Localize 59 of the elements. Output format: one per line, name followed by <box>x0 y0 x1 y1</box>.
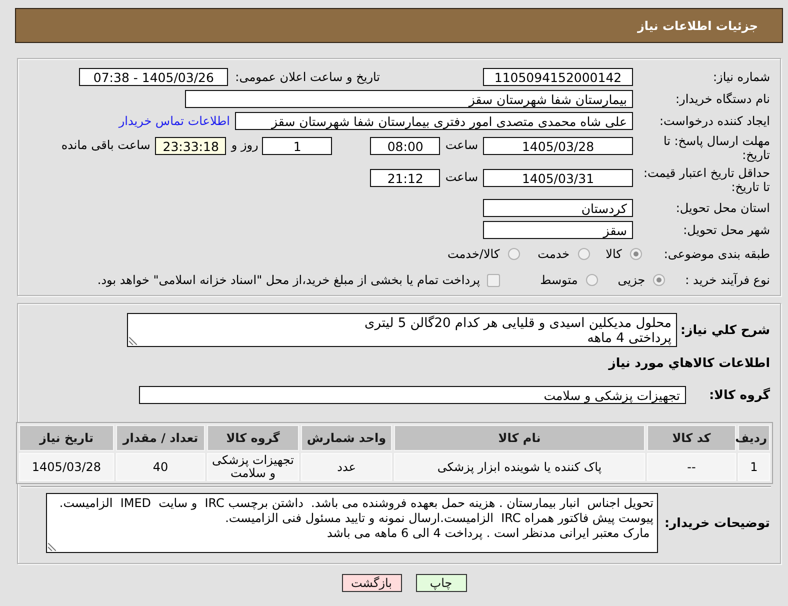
column-header: گروه کالا <box>207 425 299 451</box>
buyer-contact-link[interactable]: اطلاعات تماس خریدار <box>118 114 230 128</box>
field-label: توضیحات خریدار: <box>664 516 770 530</box>
announcement-date-field: 1405/03/26 - 07:38 <box>79 68 228 86</box>
days-left-field: 1 <box>262 137 332 155</box>
checkbox-label: پرداخت تمام یا بخشی از مبلغ خرید،از محل "اسناد خزانه اسلامی" خواهد بود. <box>97 273 480 287</box>
print-button[interactable]: چاپ <box>416 574 466 592</box>
resize-grip-icon[interactable] <box>128 337 137 345</box>
field-label: نام دستگاه خریدار: <box>674 92 770 106</box>
time-left-label: ساعت باقی مانده <box>61 138 150 152</box>
field-label: شرح کلي نياز: <box>680 323 770 337</box>
field-label: گروه کالا: <box>708 388 770 402</box>
field-label: شماره نیاز: <box>712 70 770 84</box>
radio-label: کالا/خدمت <box>447 247 500 261</box>
need-number-field: 1105094152000142 <box>483 68 633 86</box>
deadline-date-field: 1405/03/28 <box>483 137 633 155</box>
column-header: تعداد / مقدار <box>116 425 205 451</box>
field-label: مهلت ارسال پاسخ: تا تاریخ: <box>662 134 770 162</box>
table-cell: 1405/03/28 <box>19 453 114 481</box>
field-label: ایجاد کننده درخواست: <box>658 114 770 128</box>
price-validity-time-field: 21:12 <box>370 169 440 187</box>
requester-field: علی شاه محمدی متصدی امور دفتری بیمارستان شفا شهرستان سقز <box>235 112 633 130</box>
radio-label: کالا <box>606 247 622 261</box>
field-label: استان محل تحویل: <box>674 201 770 215</box>
table-cell: تجهیزات پزشکی و سلامت <box>207 453 299 481</box>
column-header: ردیف <box>738 425 770 451</box>
deadline-time-field: 08:00 <box>370 137 440 155</box>
field-label: تاریخ و ساعت اعلان عمومی: <box>235 70 380 84</box>
column-header: تاریخ نیاز <box>19 425 114 451</box>
time-label: ساعت <box>445 170 478 184</box>
page-title: جزئیات اطلاعات نیاز <box>637 18 758 32</box>
delivery-province-field: کردستان <box>483 199 633 217</box>
resize-grip-icon[interactable] <box>48 543 56 551</box>
delivery-city-field: سقز <box>483 221 633 239</box>
back-button[interactable]: بازگشت <box>342 574 402 592</box>
column-header: واحد شمارش <box>301 425 392 451</box>
table-cell: پاک کننده یا شوینده ابزار پزشکی <box>394 453 645 481</box>
table-cell: 40 <box>116 453 205 481</box>
column-header: کد کالا <box>647 425 736 451</box>
buyer-notes-field[interactable]: تحویل اجناس انبار بیمارستان . هزینه حمل بعهده فروشنده می باشد. داشتن برچسب IRC و سایت IMED الزامیست. پیوست پیش فاکتور همراه IRC الزامیست.ارسال نمونه و تایید مسئول فنی الزامیست. مارک معتبر ایرانی مدنظر است . پرداخت 4 الی 6 ماهه می باشد <box>46 493 658 553</box>
time-label: ساعت <box>445 138 478 152</box>
price-validity-date-field: 1405/03/31 <box>483 169 633 187</box>
table-cell: عدد <box>301 453 392 481</box>
description-field[interactable]: محلول مدیکلین اسیدی و قلیایی هر کدام 20گالن 5 لیتری پرداختی 4 ماهه <box>126 313 677 347</box>
radio-label: متوسط <box>540 273 578 287</box>
field-label: نوع فرآیند خرید : <box>685 273 770 287</box>
table-cell: -- <box>647 453 736 481</box>
days-label: روز و <box>231 138 258 152</box>
time-left-field: 23:33:18 <box>155 137 226 155</box>
field-label: طبقه بندی موضوعی: <box>664 247 770 261</box>
field-label: حداقل تاریخ اعتبار قیمت: تا تاریخ: <box>642 166 770 194</box>
table-cell: 1 <box>738 453 770 481</box>
column-header: نام کالا <box>394 425 645 451</box>
radio-label: خدمت <box>538 247 570 261</box>
radio-label: جزیی <box>618 273 646 287</box>
section-heading: اطلاعات کالاهاي مورد نياز <box>608 355 770 370</box>
field-label: شهر محل تحویل: <box>682 223 770 237</box>
buyer-organization-field: بیمارستان شفا شهرستان سقز <box>185 90 633 108</box>
goods-group-field: تجهیزات پزشکی و سلامت <box>139 386 686 404</box>
